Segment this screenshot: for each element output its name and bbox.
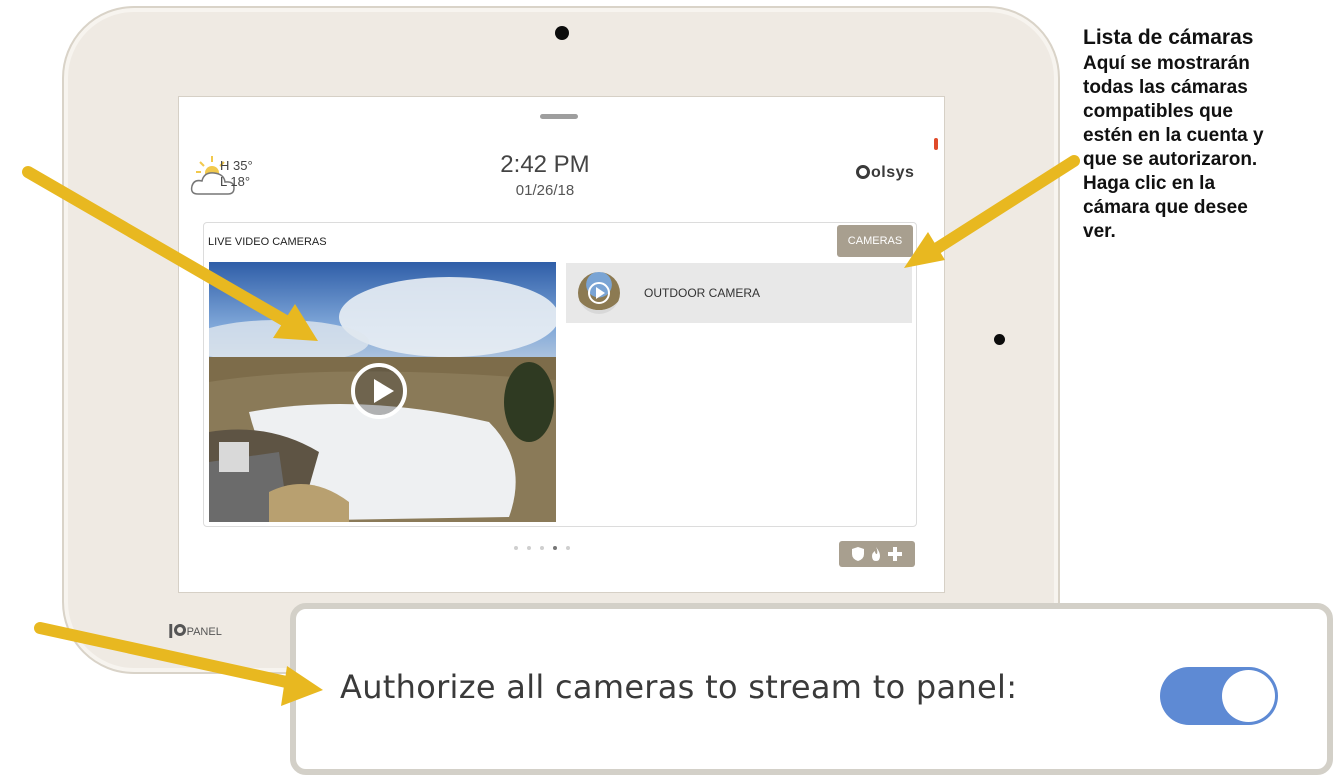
emergency-button[interactable] bbox=[839, 541, 915, 567]
annotation-line: cámara que desee bbox=[1083, 197, 1248, 218]
medical-cross-icon bbox=[888, 547, 902, 561]
card-title: LIVE VIDEO CAMERAS bbox=[208, 236, 327, 248]
page-dot[interactable] bbox=[527, 546, 531, 550]
clock-time: 2:42 PM bbox=[500, 151, 590, 178]
page-indicator bbox=[514, 546, 570, 550]
weather-widget[interactable]: H 35° L 18° bbox=[190, 154, 300, 198]
shield-icon bbox=[852, 547, 864, 561]
cameras-button[interactable]: CAMERAS bbox=[837, 225, 913, 257]
annotation-line: Aquí se mostrarán bbox=[1083, 53, 1250, 74]
page-dot[interactable] bbox=[566, 546, 570, 550]
iq-logo-suffix: PANEL bbox=[186, 626, 222, 638]
annotation-line: ver. bbox=[1083, 221, 1116, 242]
annotation-line: todas las cámaras bbox=[1083, 77, 1248, 98]
iq-panel-logo: I PANEL bbox=[168, 621, 222, 644]
front-camera-dot bbox=[555, 26, 569, 40]
clock-date: 01/26/18 bbox=[515, 182, 575, 199]
camera-name: OUTDOOR CAMERA bbox=[644, 286, 761, 300]
iq-logo-q bbox=[173, 624, 186, 636]
temp-high: H 35° bbox=[220, 158, 253, 173]
toggle-knob[interactable] bbox=[1222, 670, 1275, 722]
fire-icon bbox=[872, 547, 880, 561]
annotation-line: estén en la cuenta y bbox=[1083, 125, 1264, 146]
authorize-cameras-label: Authorize all cameras to stream to panel… bbox=[340, 668, 1018, 706]
page-dot-active[interactable] bbox=[553, 546, 557, 550]
annotation-line: Haga clic en la bbox=[1083, 173, 1216, 194]
play-button-icon[interactable] bbox=[351, 363, 407, 419]
page-dot[interactable] bbox=[540, 546, 544, 550]
side-sensor-dot bbox=[994, 334, 1005, 345]
page-dot[interactable] bbox=[514, 546, 518, 550]
status-indicator bbox=[934, 138, 938, 150]
annotation-note: Lista de cámaras Aquí se mostrarán todas… bbox=[1083, 24, 1333, 244]
camera-list-item[interactable]: OUTDOOR CAMERA bbox=[566, 263, 912, 323]
annotation-line: que se autorizaron. bbox=[1083, 149, 1258, 170]
pull-down-handle[interactable] bbox=[540, 114, 578, 119]
iq-logo-letter: I bbox=[168, 621, 174, 643]
brand-text: olsys bbox=[871, 164, 915, 181]
play-icon bbox=[588, 282, 610, 304]
temp-low: L 18° bbox=[220, 174, 251, 189]
annotation-line: compatibles que bbox=[1083, 101, 1233, 122]
annotation-title: Lista de cámaras bbox=[1083, 26, 1254, 49]
brand-logo: olsys bbox=[856, 164, 914, 182]
brand-q-mark bbox=[856, 165, 870, 179]
camera-thumbnail bbox=[578, 272, 620, 314]
